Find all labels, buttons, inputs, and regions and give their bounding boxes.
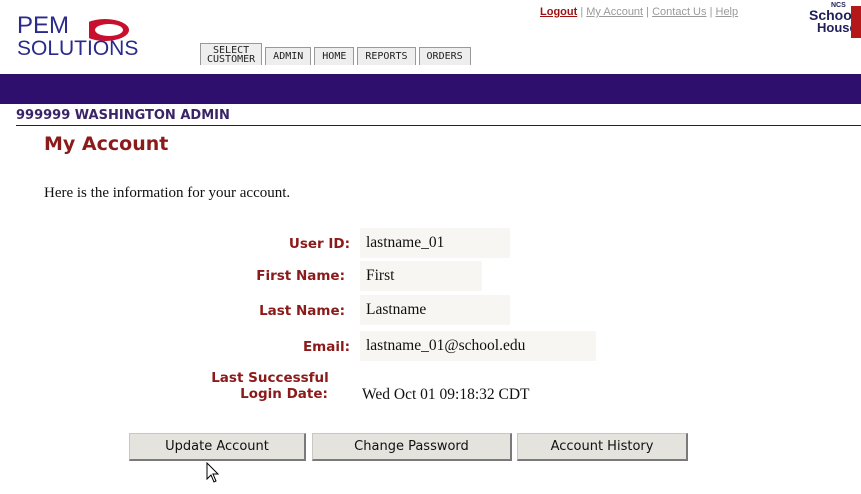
last-name-value: Lastname bbox=[360, 295, 510, 325]
first-name-label: First Name: bbox=[256, 268, 345, 284]
mouse-pointer-icon bbox=[206, 462, 220, 483]
logo-text-solutions: SOLUTIONS bbox=[17, 37, 139, 60]
update-account-button[interactable]: Update Account bbox=[129, 433, 306, 461]
change-password-button[interactable]: Change Password bbox=[312, 433, 512, 461]
tab-admin[interactable]: ADMIN bbox=[265, 47, 312, 65]
top-links: Logout | My Account | Contact Us | Help bbox=[540, 6, 738, 18]
logout-link[interactable]: Logout bbox=[540, 6, 577, 18]
tab-select-customer[interactable]: SELECT CUSTOMER bbox=[200, 43, 263, 65]
last-login-label: Last Successful Login Date: bbox=[211, 370, 329, 402]
my-account-link[interactable]: My Account bbox=[586, 6, 643, 18]
organization-line: 999999 WASHINGTON ADMIN bbox=[16, 108, 230, 123]
link-separator: | bbox=[709, 6, 713, 18]
logo-text-pem: PEM bbox=[17, 12, 70, 39]
tab-reports[interactable]: REPORTS bbox=[357, 47, 416, 65]
email-value: lastname_01@school.edu bbox=[360, 331, 596, 361]
user-id-label: User ID: bbox=[288, 236, 350, 252]
tab-home[interactable]: HOME bbox=[314, 47, 355, 65]
main-nav-tabs: SELECT CUSTOMER ADMIN HOME REPORTS ORDER… bbox=[200, 43, 471, 65]
email-label: Email: bbox=[302, 339, 350, 355]
pem-solutions-logo: PEM SOLUTIONS bbox=[17, 12, 177, 72]
header-bar bbox=[0, 74, 861, 104]
last-login-value: Wed Oct 01 09:18:32 CDT bbox=[362, 386, 530, 403]
tab-orders[interactable]: ORDERS bbox=[418, 47, 471, 65]
ncs-schoolhouse-logo: NCS School House bbox=[805, 0, 861, 40]
account-history-button[interactable]: Account History bbox=[517, 433, 688, 461]
user-id-value: lastname_01 bbox=[360, 228, 510, 258]
divider bbox=[16, 125, 861, 126]
last-name-label: Last Name: bbox=[259, 303, 345, 319]
intro-text: Here is the information for your account… bbox=[44, 185, 291, 201]
page-title: My Account bbox=[44, 133, 169, 155]
first-name-value: First bbox=[360, 261, 482, 291]
house-icon bbox=[851, 6, 861, 38]
link-separator: | bbox=[580, 6, 584, 18]
contact-us-link[interactable]: Contact Us bbox=[652, 6, 706, 18]
link-separator: | bbox=[646, 6, 650, 18]
help-link[interactable]: Help bbox=[716, 6, 739, 18]
